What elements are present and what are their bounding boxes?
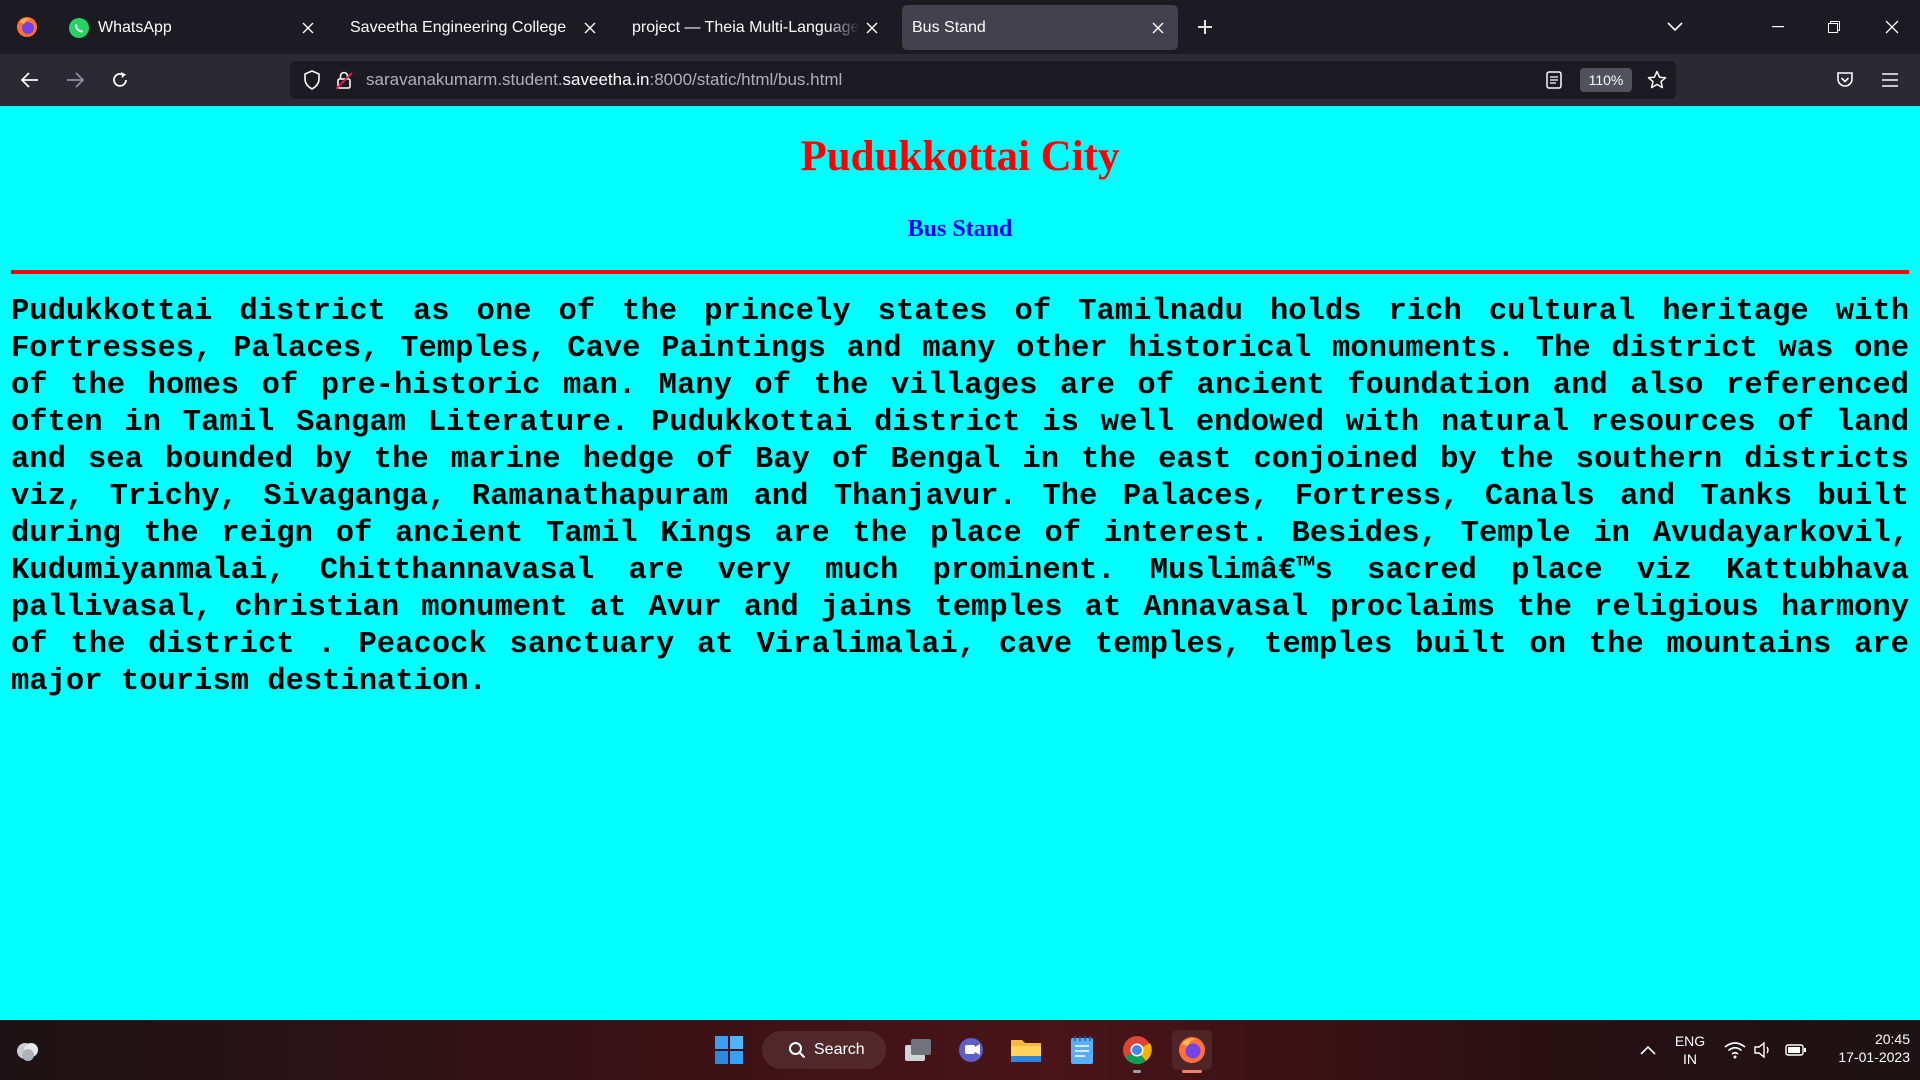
address-bar[interactable]: saravanakumarm.student.saveetha.in:8000/… — [290, 61, 1676, 99]
page-title: Pudukkottai City — [800, 133, 1120, 180]
task-view-icon[interactable] — [898, 1030, 938, 1070]
firefox-taskbar-icon[interactable] — [1172, 1030, 1212, 1073]
app-menu-icon[interactable] — [1872, 62, 1908, 98]
widgets-icon[interactable] — [8, 1030, 48, 1070]
clock-date: 17-01-2023 — [1838, 1049, 1910, 1065]
tab-title: Bus Stand — [912, 18, 986, 36]
url-suffix: :8000/static/html/bus.html — [649, 70, 843, 89]
restore-button[interactable] — [1806, 0, 1862, 54]
firefox-menu-icon[interactable] — [10, 10, 44, 44]
clock-time: 20:45 — [1874, 1031, 1910, 1047]
tab-title: Saveetha Engineering College — [350, 18, 567, 36]
input-language-indicator[interactable]: ENG IN — [1670, 1032, 1710, 1068]
close-tab-icon[interactable] — [578, 16, 602, 40]
clock[interactable]: 20:45 17-01-2023 — [1820, 1030, 1910, 1066]
minimize-button[interactable] — [1750, 0, 1806, 54]
page-subtitle: Bus Stand — [907, 216, 1013, 242]
active-app-indicator — [1182, 1070, 1202, 1073]
pocket-icon[interactable] — [1827, 62, 1863, 98]
url-prefix: saravanakumarm.student. — [366, 70, 563, 89]
close-tab-icon[interactable] — [860, 16, 884, 40]
horizontal-rule — [11, 270, 1909, 274]
url-text[interactable]: saravanakumarm.student.saveetha.in:8000/… — [366, 70, 842, 90]
reader-view-icon[interactable] — [1542, 68, 1566, 92]
tab-theia-project[interactable]: project — Theia Multi-Language Ex — [618, 5, 892, 50]
tracking-protection-shield-icon[interactable] — [300, 68, 324, 92]
start-icon[interactable] — [709, 1030, 749, 1070]
show-hidden-icons-chevron-up-icon[interactable] — [1636, 1038, 1660, 1062]
battery-icon[interactable] — [1784, 1038, 1808, 1062]
teams-chat-icon[interactable] — [952, 1030, 992, 1070]
tab-title: project — Theia Multi-Language Ex — [632, 18, 860, 36]
reload-button[interactable] — [102, 62, 138, 98]
search-icon — [789, 1042, 806, 1059]
wifi-icon[interactable] — [1723, 1038, 1747, 1062]
description-paragraph: Pudukkottai district as one of the princ… — [11, 295, 1909, 699]
windows-taskbar: Search ENG IN 20:45 17-01-2023 — [0, 1020, 1920, 1080]
file-explorer-icon[interactable] — [1006, 1030, 1046, 1070]
language-line-1: ENG — [1674, 1033, 1706, 1049]
chrome-icon[interactable] — [1117, 1030, 1157, 1073]
language-line-2: IN — [1683, 1051, 1697, 1067]
tab-strip: WhatsApp Saveetha Engineering College pr… — [0, 0, 1920, 54]
navigation-toolbar: saravanakumarm.student.saveetha.in:8000/… — [0, 54, 1920, 106]
taskbar-search-button[interactable]: Search — [762, 1031, 886, 1069]
url-host: saveetha.in — [562, 70, 650, 89]
zoom-reset-button[interactable]: 110% — [1580, 68, 1632, 92]
search-label: Search — [814, 1041, 865, 1058]
close-window-button[interactable] — [1864, 0, 1920, 54]
close-tab-icon[interactable] — [1146, 16, 1170, 40]
web-page-content: Pudukkottai City Bus Stand Pudukkottai d… — [0, 106, 1920, 1020]
close-tab-icon[interactable] — [296, 16, 320, 40]
new-tab-button[interactable] — [1190, 12, 1220, 42]
tab-saveetha[interactable]: Saveetha Engineering College — [336, 5, 610, 50]
insecure-lock-icon[interactable] — [332, 68, 356, 92]
running-indicator — [1133, 1070, 1141, 1073]
list-all-tabs-button[interactable] — [1660, 12, 1690, 42]
tab-bus-stand[interactable]: Bus Stand — [902, 5, 1178, 50]
volume-icon[interactable] — [1751, 1038, 1775, 1062]
notepad-icon[interactable] — [1062, 1030, 1102, 1070]
back-button[interactable] — [12, 62, 48, 98]
whatsapp-icon — [68, 17, 90, 39]
tab-title: WhatsApp — [98, 18, 172, 36]
forward-button[interactable] — [57, 62, 93, 98]
tab-whatsapp[interactable]: WhatsApp — [54, 5, 328, 50]
bookmark-star-icon[interactable] — [1645, 68, 1669, 92]
